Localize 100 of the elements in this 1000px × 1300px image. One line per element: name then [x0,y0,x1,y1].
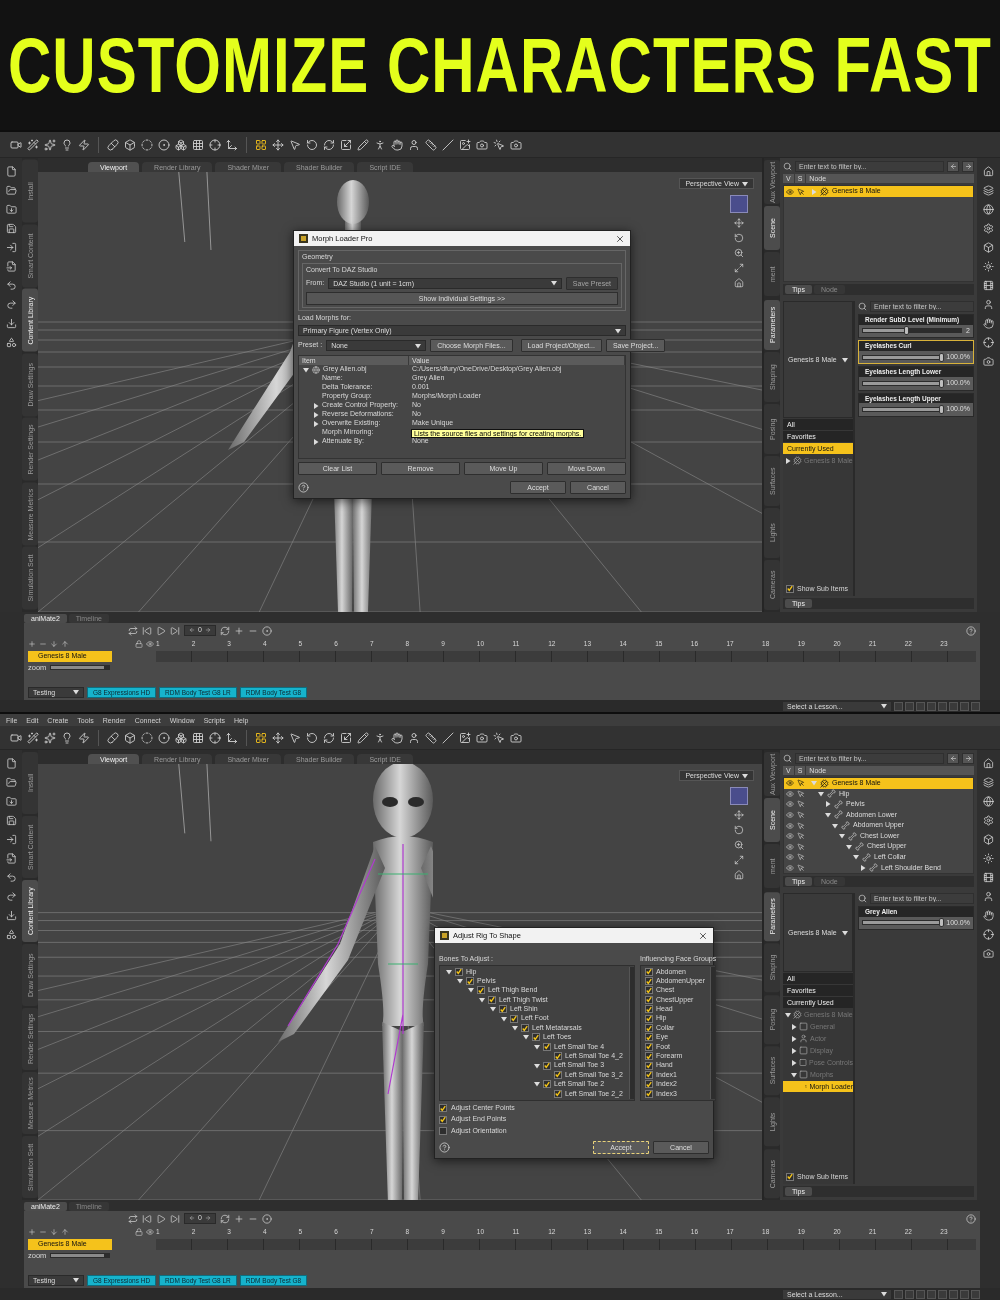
loop-icon[interactable] [128,1213,138,1224]
target-icon[interactable] [158,731,170,744]
import-icon[interactable] [5,834,17,845]
rotate-icon[interactable] [734,233,744,243]
search-icon[interactable] [858,302,867,311]
redo-icon[interactable] [5,299,17,310]
zoom-icon[interactable] [734,248,744,258]
down-triangle-icon[interactable] [846,843,852,850]
file-icon[interactable] [5,166,17,177]
target-icon[interactable] [158,138,170,151]
undo-icon[interactable] [5,280,17,291]
right-triangle-icon[interactable] [860,864,866,871]
refresh-icon[interactable] [219,625,230,636]
close-icon[interactable] [698,930,708,941]
help-icon[interactable] [298,482,309,494]
import-icon[interactable] [5,242,17,253]
checkbox[interactable] [466,977,474,986]
right-triangle-icon[interactable] [825,801,831,808]
target-icon[interactable] [261,625,272,636]
down-triangle-icon[interactable] [534,1081,540,1088]
hand-icon[interactable] [983,910,994,921]
down-triangle-icon[interactable] [512,1025,518,1032]
axes-icon[interactable] [226,731,238,744]
save-icon[interactable] [5,223,17,234]
refresh-icon[interactable] [323,138,335,151]
hand-icon[interactable] [983,318,994,329]
checkbox[interactable] [554,1071,562,1079]
right-triangle-icon[interactable] [313,402,319,409]
slider-thumb[interactable] [939,352,945,362]
sun-icon[interactable] [983,261,994,272]
down-triangle-icon[interactable] [825,811,831,818]
help-icon[interactable] [439,1142,450,1154]
pointer-icon[interactable] [493,731,505,744]
down-triangle-icon[interactable] [534,1043,540,1050]
checkbox[interactable] [439,1115,447,1124]
move-icon[interactable] [272,731,284,744]
pointer-icon[interactable] [493,138,505,151]
slider-thumb[interactable] [939,405,945,415]
folder-icon[interactable] [5,204,17,215]
image-icon[interactable] [459,138,471,151]
home-icon[interactable] [734,870,744,880]
bolt-icon[interactable] [78,138,90,151]
search-icon[interactable] [783,162,792,171]
up-arrow-icon[interactable] [61,1227,69,1236]
film-icon[interactable] [983,280,994,291]
down-arrow-icon[interactable] [50,1227,58,1236]
help-icon[interactable] [966,625,976,636]
eye-icon[interactable] [786,187,794,196]
down-triangle-icon[interactable] [853,854,859,861]
camera-icon[interactable] [510,731,522,744]
slider-track[interactable] [862,920,943,926]
bulb-icon[interactable] [61,138,73,151]
rotate-icon[interactable] [734,825,744,835]
home-icon[interactable] [983,758,994,769]
checkbox[interactable] [477,986,485,995]
checkbox[interactable] [439,1104,447,1113]
plus-icon[interactable] [28,639,36,648]
help-icon[interactable] [966,1213,976,1224]
slider-track[interactable] [862,380,943,386]
slider-thumb[interactable] [904,326,910,336]
eye-icon[interactable] [786,842,794,851]
camera-icon[interactable] [983,948,994,959]
skip-back-icon[interactable] [142,625,152,636]
down-triangle-icon[interactable] [839,833,845,840]
person-icon[interactable] [408,138,420,151]
ruler-icon[interactable] [425,731,437,744]
checkbox[interactable] [645,1024,653,1033]
right-triangle-icon[interactable] [791,1023,797,1030]
frame-icon[interactable] [734,855,744,865]
play-icon[interactable] [156,625,166,636]
down-arrow-icon[interactable] [50,639,58,648]
checkbox[interactable] [786,584,794,593]
zoom-slider[interactable] [50,1253,111,1258]
eye-icon[interactable] [786,832,794,841]
layers-icon[interactable] [983,185,994,196]
lock-icon[interactable] [135,639,143,648]
save-icon[interactable] [5,815,17,826]
checkbox[interactable] [554,1052,562,1061]
pointer-icon[interactable] [797,187,805,196]
close-icon[interactable] [615,233,625,244]
folder-icon[interactable] [5,185,17,196]
hand-icon[interactable] [391,138,403,151]
cube-icon[interactable] [983,242,994,253]
checkbox[interactable] [645,977,653,986]
bolt-icon[interactable] [78,731,90,744]
checkbox[interactable] [543,1080,551,1089]
pointer-icon[interactable] [289,731,301,744]
download-icon[interactable] [5,318,17,329]
grid-icon[interactable] [192,731,204,744]
zoom-icon[interactable] [734,840,744,850]
slash-icon[interactable] [442,731,454,744]
file-icon[interactable] [5,261,17,272]
slider-track[interactable] [862,407,943,413]
back-button[interactable] [947,161,959,172]
home-icon[interactable] [983,166,994,177]
person-icon[interactable] [983,891,994,902]
capsule-icon[interactable] [107,731,119,744]
search-icon[interactable] [783,754,792,763]
crosshair-icon[interactable] [209,731,221,744]
down-triangle-icon[interactable] [818,790,824,797]
